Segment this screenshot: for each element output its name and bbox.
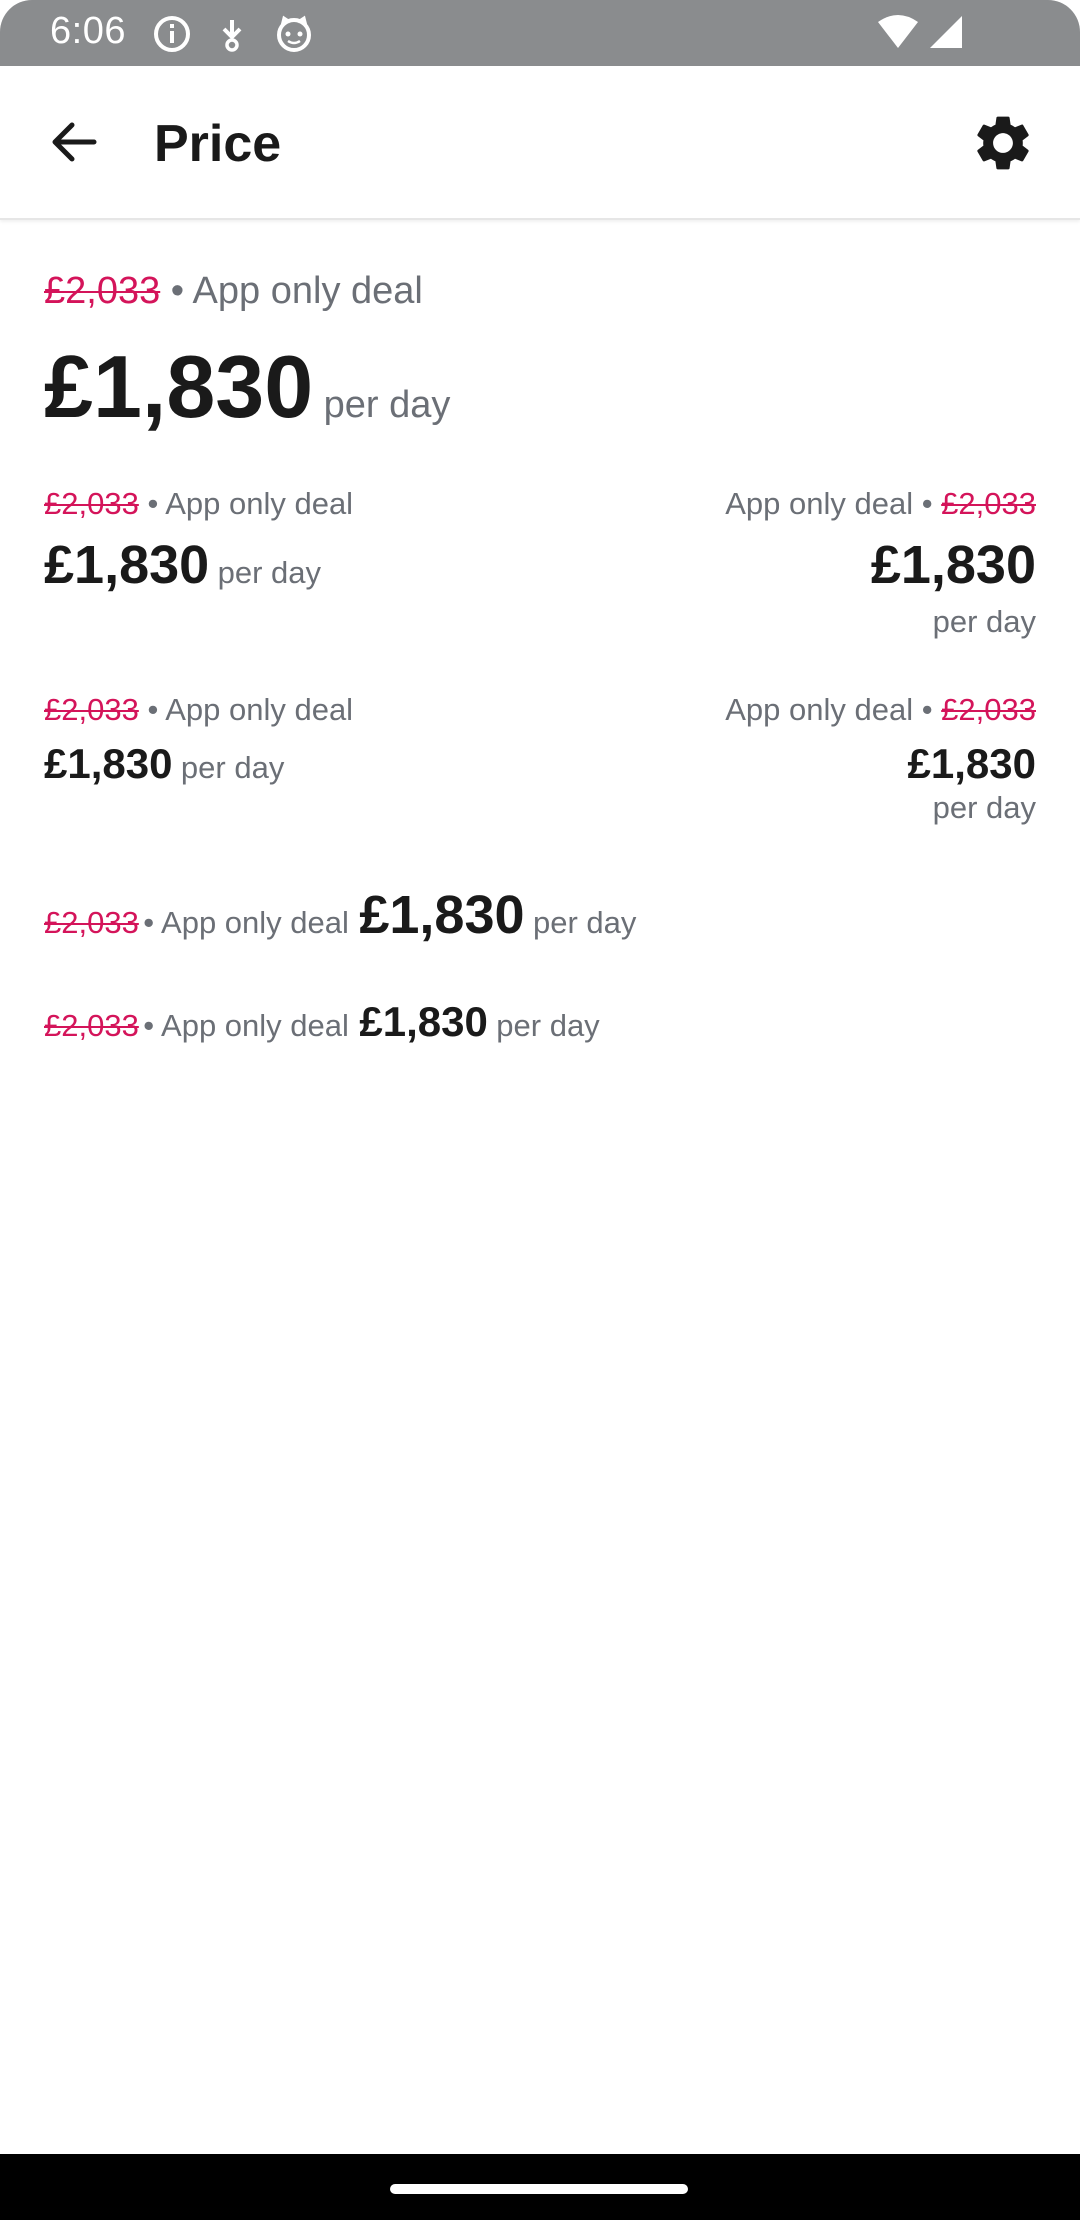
current-price: £1,830 xyxy=(44,740,173,787)
arrow-back-icon xyxy=(52,122,97,162)
deal-label: • App only deal xyxy=(143,1008,349,1043)
old-price: £2,033 xyxy=(44,486,139,521)
price-unit: per day xyxy=(323,384,451,426)
old-price: £2,033 xyxy=(941,692,1036,727)
old-price: £2,033 xyxy=(44,270,161,312)
current-price: £1,830 xyxy=(359,998,488,1045)
cat-face-icon xyxy=(274,14,314,59)
deal-label: • App only deal xyxy=(147,486,354,521)
price-unit: per day xyxy=(180,750,285,785)
deal-label: App only deal • xyxy=(725,692,933,727)
price-small-right-deal-line: App only deal • £2,033 xyxy=(725,692,1036,728)
app-bar: Price xyxy=(0,66,1080,220)
back-button[interactable] xyxy=(44,112,104,172)
deal-label: • App only deal xyxy=(147,692,354,727)
page-title: Price xyxy=(154,115,282,173)
current-price: £1,830 xyxy=(44,337,314,436)
old-price: £2,033 xyxy=(44,1008,139,1043)
download-icon xyxy=(214,14,250,59)
price-inline-small: £2,033 • App only deal £1,830 per day xyxy=(44,998,600,1046)
info-icon xyxy=(152,14,192,59)
old-price: £2,033 xyxy=(44,905,139,940)
deal-label: App only deal • xyxy=(725,486,933,521)
cell-signal-icon xyxy=(928,14,964,55)
deal-label: • App only deal xyxy=(143,905,349,940)
price-unit: per day xyxy=(932,604,1036,639)
price-small-left-deal-line: £2,033 • App only deal xyxy=(44,692,353,728)
price-unit: per day xyxy=(217,555,322,590)
current-price: £1,830 xyxy=(44,535,210,595)
current-price: £1,830 xyxy=(907,740,1036,787)
price-unit: per day xyxy=(532,905,637,940)
status-bar: 6:06 xyxy=(0,0,1080,66)
price-small-left-main-line: £1,830 per day xyxy=(44,740,284,788)
home-gesture-handle[interactable] xyxy=(390,2184,688,2194)
deal-label: • App only deal xyxy=(170,270,423,312)
gesture-navigation-bar xyxy=(0,2154,1080,2220)
price-medium-left-main-line: £1,830 per day xyxy=(44,534,321,596)
price-unit: per day xyxy=(496,1008,600,1043)
price-medium-right-deal-line: App only deal • £2,033 xyxy=(725,486,1036,522)
price-inline-medium: £2,033 • App only deal £1,830 per day xyxy=(44,884,636,946)
settings-button[interactable] xyxy=(970,110,1036,176)
price-unit: per day xyxy=(932,790,1036,825)
price-large-deal-line: £2,033 • App only deal xyxy=(44,270,423,313)
price-large-main-line: £1,830 per day xyxy=(44,336,450,438)
current-price: £1,830 xyxy=(870,535,1036,595)
gear-icon xyxy=(977,116,1029,170)
price-medium-left-deal-line: £2,033 • App only deal xyxy=(44,486,353,522)
current-price: £1,830 xyxy=(359,885,525,945)
old-price: £2,033 xyxy=(44,692,139,727)
old-price: £2,033 xyxy=(941,486,1036,521)
status-time: 6:06 xyxy=(50,10,126,52)
wifi-icon xyxy=(876,14,920,55)
